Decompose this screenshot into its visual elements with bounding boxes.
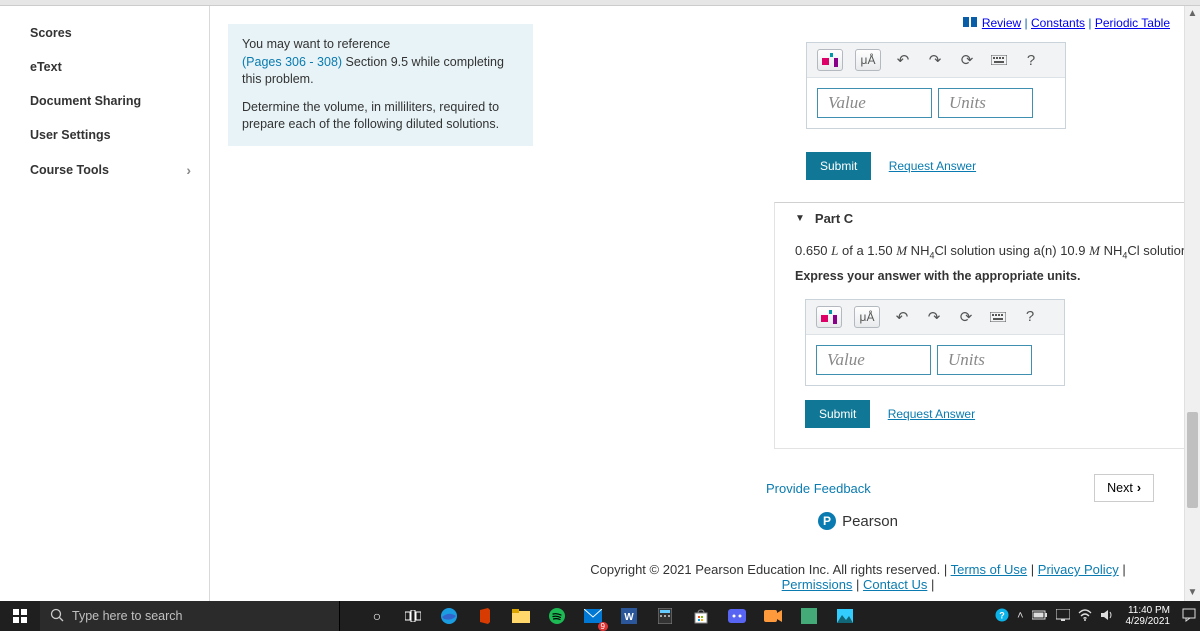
sidebar-item-label: Scores: [30, 26, 72, 40]
answer-box-c: μÅ ↶ ↷ ⟳ ? Value Units: [805, 299, 1065, 386]
taskbar: Type here to search ○ 9 W ? ˄ 11:40 PM 4…: [0, 601, 1200, 631]
submit-button[interactable]: Submit: [806, 152, 871, 180]
copyright: Copyright © 2021 Pearson Education Inc. …: [556, 562, 1160, 592]
collapse-icon[interactable]: ▼: [795, 213, 805, 224]
provide-feedback-link[interactable]: Provide Feedback: [766, 481, 871, 496]
sidebar-item-coursetools[interactable]: Course Tools ›: [0, 152, 209, 188]
taskview-icon[interactable]: [396, 601, 430, 631]
svg-text:W: W: [624, 612, 634, 623]
volume-icon[interactable]: [1100, 609, 1114, 624]
chevron-right-icon: ›: [186, 162, 191, 178]
undo-button[interactable]: ↶: [892, 306, 912, 328]
privacy-link[interactable]: Privacy Policy: [1038, 562, 1119, 577]
sidebar-item-label: eText: [30, 60, 62, 74]
units-input[interactable]: Units: [937, 345, 1032, 375]
request-answer-link[interactable]: Request Answer: [888, 407, 975, 421]
mail-icon[interactable]: 9: [576, 601, 610, 631]
pearson-logo-icon: P: [818, 512, 836, 530]
taskbar-apps: ○ 9 W: [360, 601, 862, 631]
answer-toolbar: μÅ ↶ ↷ ⟳ ?: [806, 300, 1064, 335]
notifications-icon[interactable]: [1182, 608, 1196, 625]
calculator-icon[interactable]: [648, 601, 682, 631]
undo-button[interactable]: ↶: [893, 49, 913, 71]
next-button[interactable]: Next›: [1094, 474, 1154, 502]
reset-button[interactable]: ⟳: [956, 306, 976, 328]
scroll-down-icon[interactable]: ▼: [1185, 585, 1200, 601]
contact-link[interactable]: Contact Us: [863, 577, 927, 592]
redo-button[interactable]: ↷: [924, 306, 944, 328]
help-tray-icon[interactable]: ?: [995, 608, 1009, 625]
pages-link[interactable]: (Pages 306 - 308): [242, 55, 342, 69]
question-text: 0.650 L of a 1.50 M NH4Cl solution using…: [795, 243, 1200, 261]
instruction-text: Express your answer with the appropriate…: [795, 269, 1200, 283]
sidebar-item-label: User Settings: [30, 128, 111, 142]
scrollbar[interactable]: ▲ ▼: [1184, 6, 1200, 601]
cortana-icon[interactable]: ○: [360, 601, 394, 631]
start-button[interactable]: [0, 601, 40, 631]
units-input[interactable]: Units: [938, 88, 1033, 118]
chevron-up-icon[interactable]: ˄: [1017, 610, 1023, 622]
photos-icon[interactable]: [828, 601, 862, 631]
request-answer-link[interactable]: Request Answer: [889, 159, 976, 173]
redo-button[interactable]: ↷: [925, 49, 945, 71]
sidebar-item-label: Document Sharing: [30, 94, 141, 108]
sidebar-item-etext[interactable]: eText: [0, 50, 209, 84]
terms-link[interactable]: Terms of Use: [951, 562, 1028, 577]
svg-text:?: ?: [999, 610, 1005, 620]
part-c: ▼ Part C 0.650 L of a 1.50 M NH4Cl solut…: [774, 202, 1200, 449]
sidebar: Scores eText Document Sharing User Setti…: [0, 6, 210, 601]
scroll-up-icon[interactable]: ▲: [1185, 6, 1200, 22]
keyboard-button[interactable]: [988, 306, 1008, 328]
wifi-icon[interactable]: [1078, 609, 1092, 624]
system-tray: ? ˄ 11:40 PM 4/29/2021: [995, 605, 1200, 627]
taskbar-search[interactable]: Type here to search: [40, 601, 340, 631]
answer-toolbar: μÅ ↶ ↷ ⟳ ?: [807, 43, 1065, 78]
screen-icon[interactable]: [1056, 609, 1070, 624]
templates-button[interactable]: [816, 306, 842, 328]
spotify-icon[interactable]: [540, 601, 574, 631]
submit-button[interactable]: Submit: [805, 400, 870, 428]
help-button[interactable]: ?: [1020, 306, 1040, 328]
word-icon[interactable]: W: [612, 601, 646, 631]
sidebar-item-usersettings[interactable]: User Settings: [0, 118, 209, 152]
chevron-right-icon: ›: [1137, 481, 1141, 495]
explorer-icon[interactable]: [504, 601, 538, 631]
permissions-link[interactable]: Permissions: [782, 577, 853, 592]
store-icon[interactable]: [684, 601, 718, 631]
templates-button[interactable]: [817, 49, 843, 71]
sidebar-item-label: Course Tools: [30, 163, 109, 177]
hint-box: You may want to reference(Pages 306 - 30…: [228, 24, 533, 146]
symbols-button[interactable]: μÅ: [855, 49, 881, 71]
battery-icon[interactable]: [1032, 610, 1048, 623]
value-input[interactable]: Value: [817, 88, 932, 118]
part-title: Part C: [815, 211, 853, 226]
keyboard-button[interactable]: [989, 49, 1009, 71]
pearson-brand: P Pearson: [556, 512, 1160, 530]
search-icon: [50, 608, 64, 625]
camera-icon[interactable]: [756, 601, 790, 631]
discord-icon[interactable]: [720, 601, 754, 631]
app-icon[interactable]: [792, 601, 826, 631]
office-icon[interactable]: [468, 601, 502, 631]
help-button[interactable]: ?: [1021, 49, 1041, 71]
answer-box-b: μÅ ↶ ↷ ⟳ ? Value Units: [806, 42, 1066, 129]
reset-button[interactable]: ⟳: [957, 49, 977, 71]
value-input[interactable]: Value: [816, 345, 931, 375]
scroll-thumb[interactable]: [1187, 412, 1198, 508]
search-placeholder: Type here to search: [72, 609, 182, 623]
sidebar-item-docsharing[interactable]: Document Sharing: [0, 84, 209, 118]
edge-icon[interactable]: [432, 601, 466, 631]
symbols-button[interactable]: μÅ: [854, 306, 880, 328]
sidebar-item-scores[interactable]: Scores: [0, 16, 209, 50]
clock[interactable]: 11:40 PM 4/29/2021: [1122, 605, 1175, 627]
